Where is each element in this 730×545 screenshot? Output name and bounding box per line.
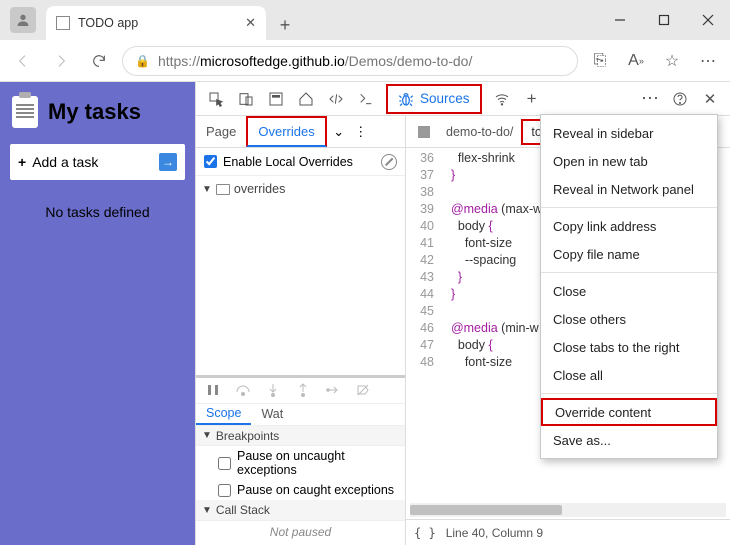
clipboard-icon: [12, 96, 38, 128]
back-button[interactable]: [8, 46, 38, 76]
devtools-toolbar: Sources + ⋯ ✕: [196, 82, 730, 116]
forward-button[interactable]: [46, 46, 76, 76]
editor-status-bar: { } Line 40, Column 9: [406, 519, 730, 545]
favicon-icon: [56, 16, 70, 30]
address-bar: 🔒 https://microsoftedge.github.io/Demos/…: [0, 40, 730, 82]
horizontal-scrollbar[interactable]: [410, 503, 726, 517]
file-tab-cloud[interactable]: [410, 119, 438, 145]
cursor-position: Line 40, Column 9: [446, 526, 543, 540]
lock-icon: 🔒: [135, 54, 150, 68]
url-field[interactable]: 🔒 https://microsoftedge.github.io/Demos/…: [122, 46, 578, 76]
folder-collapse-icon[interactable]: ▼: [202, 184, 212, 195]
ctx-item-open-in-new-tab[interactable]: Open in new tab: [541, 147, 717, 175]
not-paused-label: Not paused: [196, 521, 405, 545]
maximize-button[interactable]: [642, 0, 686, 40]
tab-title: TODO app: [78, 16, 138, 30]
more-tabs-button[interactable]: +: [518, 85, 546, 113]
file-icon: [418, 126, 430, 138]
navigator-pane: Enable Local Overrides ▼ overrides: [196, 148, 406, 545]
tab-close-button[interactable]: ✕: [245, 15, 256, 31]
overrides-subtab[interactable]: Overrides: [246, 116, 326, 147]
ctx-item-reveal-in-sidebar[interactable]: Reveal in sidebar: [541, 119, 717, 147]
html-tab-icon[interactable]: [322, 85, 350, 113]
sources-tab[interactable]: Sources: [386, 84, 482, 114]
devtools-help-icon[interactable]: [666, 85, 694, 113]
ctx-item-reveal-in-network-panel[interactable]: Reveal in Network panel: [541, 175, 717, 203]
page-subtab[interactable]: Page: [196, 116, 246, 147]
device-toggle-button[interactable]: [232, 85, 260, 113]
step-out-button[interactable]: [292, 379, 314, 401]
add-task-label: Add a task: [32, 154, 98, 170]
file-tab-folder[interactable]: demo-to-do/: [438, 119, 521, 145]
navigator-tabs: Page Overrides ⌄ ⋮: [196, 116, 406, 147]
pause-uncaught-row[interactable]: Pause on uncaught exceptions: [196, 446, 405, 480]
network-status-icon[interactable]: [488, 85, 516, 113]
enable-local-overrides-label: Enable Local Overrides: [223, 155, 353, 169]
window-controls: [598, 0, 730, 40]
step-over-button[interactable]: [232, 379, 254, 401]
pretty-print-icon[interactable]: { }: [414, 526, 436, 540]
tab-strip: TODO app ✕ +: [46, 0, 300, 40]
plus-icon: +: [18, 154, 26, 170]
ctx-item-save-as-[interactable]: Save as...: [541, 426, 717, 454]
deactivate-breakpoints-button[interactable]: [352, 379, 374, 401]
enable-local-overrides-checkbox[interactable]: [204, 155, 217, 168]
page-title: My tasks: [48, 99, 141, 125]
pause-button[interactable]: [202, 379, 224, 401]
welcome-tab-icon[interactable]: [262, 85, 290, 113]
ctx-item-close[interactable]: Close: [541, 277, 717, 305]
sources-tab-label: Sources: [420, 91, 470, 106]
profile-avatar[interactable]: [10, 7, 36, 33]
folder-icon: [216, 184, 230, 195]
pause-caught-checkbox[interactable]: [218, 484, 231, 497]
scope-tab[interactable]: Scope: [196, 404, 251, 425]
step-button[interactable]: [322, 379, 344, 401]
overrides-folder-label: overrides: [234, 182, 285, 196]
pause-uncaught-checkbox[interactable]: [218, 457, 231, 470]
minimize-button[interactable]: [598, 0, 642, 40]
devtools-close-button[interactable]: ✕: [696, 85, 724, 113]
debugger-controls: [196, 378, 405, 404]
reload-button[interactable]: [84, 46, 114, 76]
shopping-icon[interactable]: ⎘: [586, 47, 614, 75]
callstack-header[interactable]: ▼Call Stack: [196, 500, 405, 521]
window-close-button[interactable]: [686, 0, 730, 40]
enable-local-overrides-row[interactable]: Enable Local Overrides: [196, 148, 405, 176]
rendered-page: My tasks + Add a task → No tasks defined: [0, 82, 195, 545]
pause-caught-row[interactable]: Pause on caught exceptions: [196, 480, 405, 500]
ctx-item-copy-link-address[interactable]: Copy link address: [541, 212, 717, 240]
ctx-item-override-content[interactable]: Override content: [541, 398, 717, 426]
ctx-item-copy-file-name[interactable]: Copy file name: [541, 240, 717, 268]
watch-tab[interactable]: Wat: [251, 404, 293, 425]
browser-menu-icon[interactable]: ⋯: [694, 47, 722, 75]
ctx-item-close-others[interactable]: Close others: [541, 305, 717, 333]
overrides-folder-row[interactable]: ▼ overrides: [196, 176, 405, 202]
read-aloud-icon[interactable]: A»: [622, 47, 650, 75]
tab-context-menu[interactable]: Reveal in sidebarOpen in new tabReveal i…: [540, 114, 718, 459]
devtools-settings-icon[interactable]: ⋯: [636, 85, 664, 113]
elements-tab-icon[interactable]: [292, 85, 320, 113]
debugger-drawer: Scope Wat ▼Breakpoints Pause on uncaught…: [196, 375, 405, 545]
empty-state-text: No tasks defined: [0, 204, 195, 220]
inspect-element-button[interactable]: [202, 85, 230, 113]
ctx-item-close-tabs-to-the-right[interactable]: Close tabs to the right: [541, 333, 717, 361]
clear-icon[interactable]: [381, 154, 397, 170]
navigator-menu-icon[interactable]: ⋮: [351, 124, 371, 140]
submit-arrow-icon[interactable]: →: [159, 153, 177, 171]
line-gutter: 36 37 38 39 40 41 42 43 44 45 46 47 48: [406, 148, 440, 503]
more-subtabs-chevron-icon[interactable]: ⌄: [327, 124, 351, 140]
folder-tab-label: demo-to-do/: [446, 125, 513, 139]
step-into-button[interactable]: [262, 379, 284, 401]
new-tab-button[interactable]: +: [270, 10, 300, 40]
favorite-icon[interactable]: ☆: [658, 47, 686, 75]
browser-tab-active[interactable]: TODO app ✕: [46, 6, 266, 40]
breakpoints-header[interactable]: ▼Breakpoints: [196, 426, 405, 447]
window-titlebar: TODO app ✕ +: [0, 0, 730, 40]
console-tab-icon[interactable]: [352, 85, 380, 113]
bug-icon: [398, 91, 414, 107]
add-task-input[interactable]: + Add a task →: [10, 144, 185, 180]
drawer-tabs: Scope Wat: [196, 404, 405, 426]
page-header: My tasks: [0, 90, 195, 138]
ctx-item-close-all[interactable]: Close all: [541, 361, 717, 389]
